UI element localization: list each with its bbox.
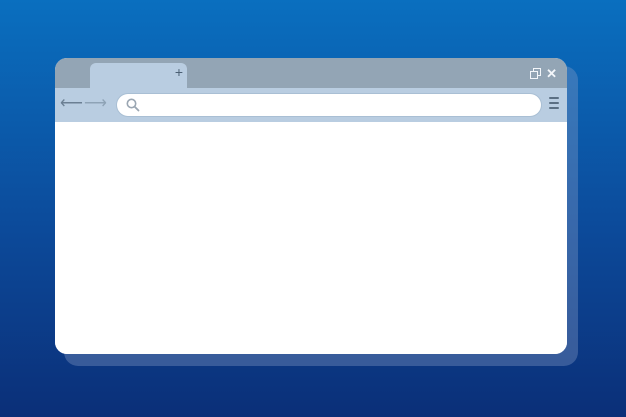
arrow-left-icon[interactable]: ⟵	[60, 94, 83, 114]
arrow-right-icon[interactable]: ⟶	[84, 94, 107, 114]
navigation-bar: ⟵ ⟶	[55, 88, 567, 122]
search-icon	[126, 98, 140, 112]
plus-icon[interactable]: +	[172, 65, 186, 79]
close-icon[interactable]: ✕	[546, 67, 557, 80]
window-controls: ✕	[530, 66, 557, 80]
hamburger-menu-icon[interactable]	[549, 97, 559, 112]
browser-window: + ✕ ⟵ ⟶	[55, 58, 567, 354]
title-bar: + ✕	[55, 58, 567, 90]
restore-icon[interactable]	[530, 68, 542, 79]
page-content	[55, 122, 567, 354]
address-bar[interactable]	[117, 94, 541, 116]
